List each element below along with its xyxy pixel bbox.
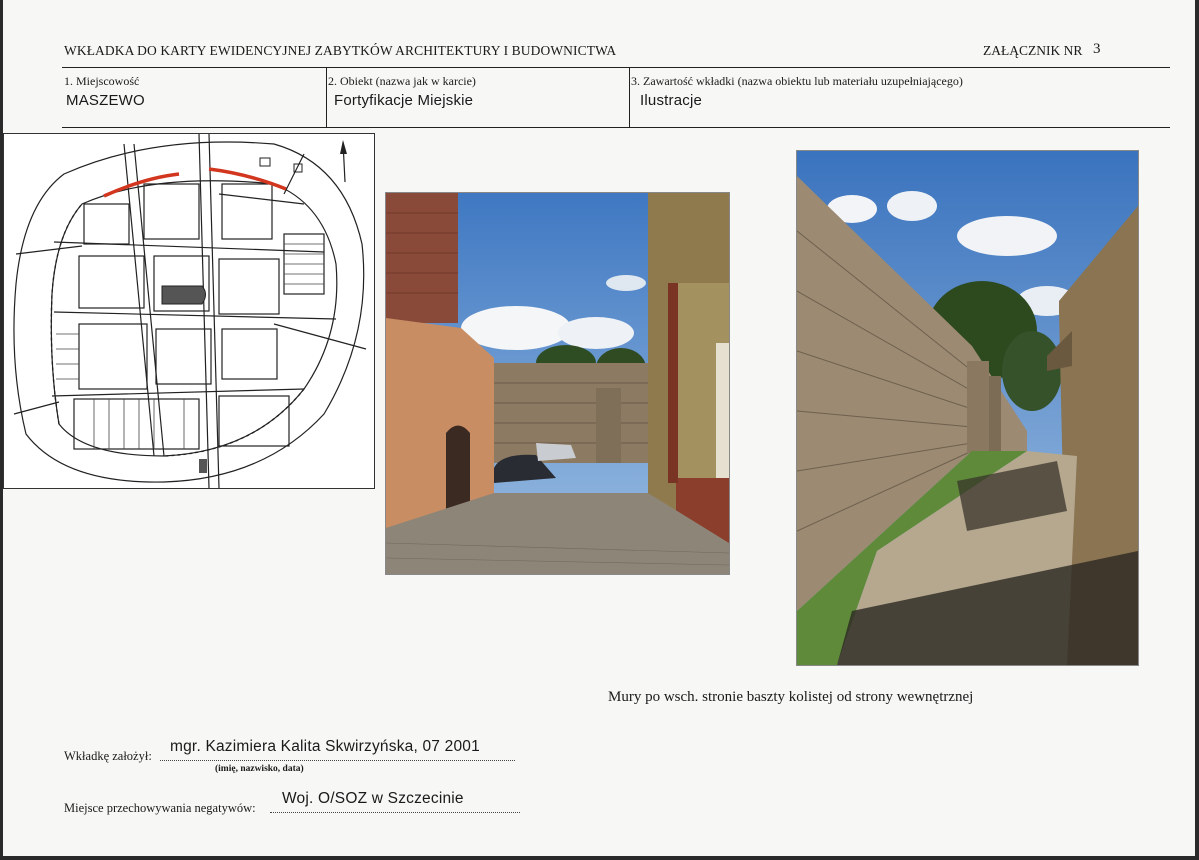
photo-caption: Mury po wsch. stronie baszty kolistej od… [608,689,974,705]
field-label-location: 1. Miejscowość [64,74,140,88]
field-label-content: 3. Zawartość wkładki (nazwa obiektu lub … [631,74,963,88]
author-value: mgr. Kazimiera Kalita Skwirzyńska, 07 20… [170,738,480,755]
author-dotted-line [160,760,515,761]
town-plan-map [3,133,375,489]
attachment-label: ZAŁĄCZNIK NR [983,43,1083,58]
field-value-content: Ilustracje [640,92,703,109]
author-hint: (imię, nazwisko, data) [215,764,304,774]
field-divider-2 [629,67,630,128]
attachment-number: 3 [1093,41,1101,57]
author-label: Wkładkę założył: [64,749,152,763]
form-title: WKŁADKA DO KARTY EWIDENCYJNEJ ZABYTKÓW A… [64,43,617,58]
storage-value: Woj. O/SOZ w Szczecinie [282,790,464,807]
field-label-object: 2. Obiekt (nazwa jak w karcie) [328,74,476,88]
scan-edge-right [1195,0,1199,860]
field-value-location: MASZEWO [66,92,145,109]
photo-inner-wall-path [796,150,1139,666]
storage-label: Miejsce przechowywania negatywów: [64,801,256,815]
field-divider-1 [326,67,327,128]
header-rule-bottom [62,127,1170,128]
header-rule-top [62,67,1170,68]
field-value-object: Fortyfikacje Miejskie [334,92,474,109]
storage-dotted-line [270,812,520,813]
scan-edge-bottom [0,856,1199,860]
photo-street-wall [385,192,730,575]
